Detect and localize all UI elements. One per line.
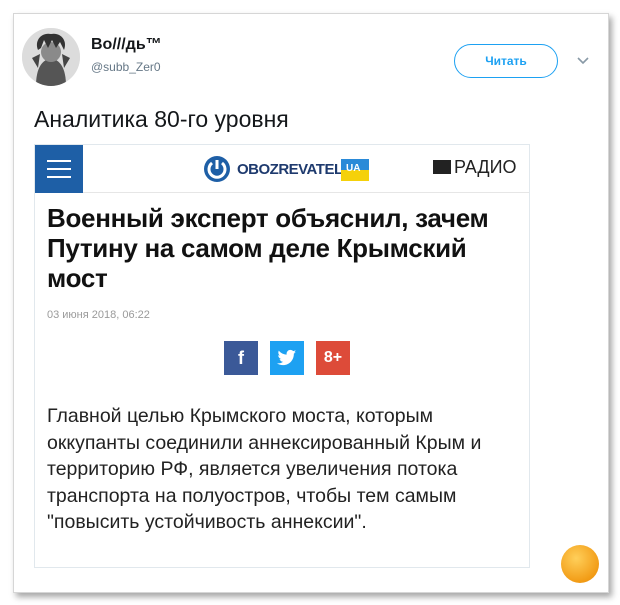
twitter-bird-icon [277,349,297,366]
logo-icon [204,156,230,182]
radio-icon [433,160,451,174]
watermark-logo [561,545,599,583]
avatar-image [22,28,80,86]
article-header: OBOZREVATEL UA РАДИО [35,145,529,193]
article-body: Главной целью Крымского моста, которым о… [47,405,482,533]
radio-label: РАДИО [454,157,517,177]
avatar[interactable] [22,28,80,86]
tweet-text: Аналитика 80-го уровня [34,106,289,132]
facebook-share-button[interactable]: f [224,341,258,375]
chevron-down-icon[interactable] [576,54,590,68]
article-headline: Военный эксперт объяснил, зачем Путину н… [47,203,489,293]
twitter-share-button[interactable] [270,341,304,375]
google-plus-share-button[interactable]: 8+ [316,341,350,375]
user-handle[interactable]: @subb_Zer0 [91,60,161,74]
radio-link[interactable]: РАДИО [433,157,517,178]
ua-badge-label: UA [346,163,361,174]
site-name: OBOZREVATEL [237,161,343,178]
article-date: 03 июня 2018, 06:22 [47,309,150,321]
article-screenshot[interactable]: OBOZREVATEL UA РАДИО Военный эксперт объ… [34,144,530,568]
display-name[interactable]: Во///дь™ [91,36,162,54]
menu-icon[interactable] [35,145,83,193]
follow-button[interactable]: Читать [454,44,558,78]
site-logo[interactable]: OBOZREVATEL UA [203,153,373,185]
